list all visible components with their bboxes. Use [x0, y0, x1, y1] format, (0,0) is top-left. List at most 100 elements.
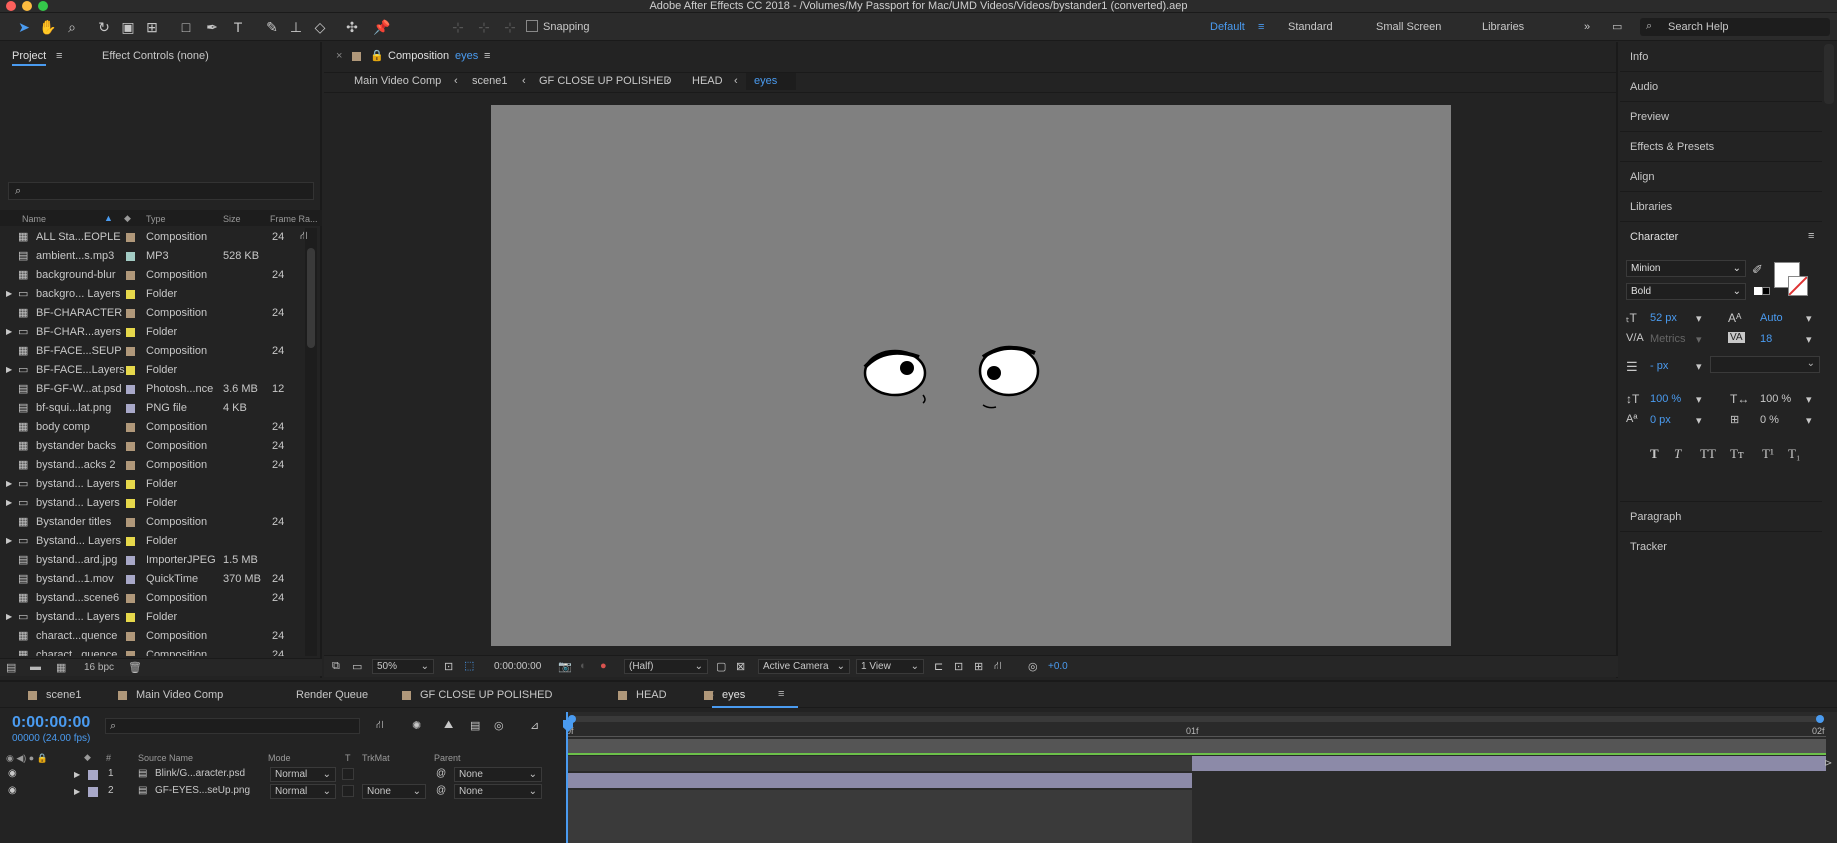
project-item[interactable]: ▦ body comp Composition 24 — [0, 418, 302, 437]
project-item[interactable]: ▦ ALL Sta...EOPLE Composition 24 — [0, 228, 302, 247]
zoom-dropdown[interactable]: 50% ⌄ — [372, 659, 434, 674]
label-color-swatch[interactable] — [126, 480, 135, 489]
project-scrollbar[interactable] — [305, 228, 317, 656]
out-point-icon[interactable]: ⊳ — [1824, 758, 1832, 769]
stroke-style-dropdown[interactable]: ⌄ — [1710, 356, 1820, 373]
breadcrumb-scene1[interactable]: scene1 — [472, 75, 507, 87]
column-type[interactable]: Type — [146, 214, 166, 224]
layer-1-duration-bar[interactable] — [1192, 756, 1826, 771]
label-color-swatch[interactable] — [126, 575, 135, 584]
view-axis-icon[interactable]: ⊹ — [500, 17, 520, 37]
flowchart-icon[interactable]: ⛙ — [300, 230, 308, 244]
project-item[interactable]: ▶ ▭ BF-FACE...Layers Folder — [0, 361, 302, 380]
label-color-swatch[interactable] — [126, 442, 135, 451]
label-color-swatch[interactable] — [88, 787, 98, 797]
project-item[interactable]: ▤ bystand...1.mov QuickTime 370 MB 24 — [0, 570, 302, 589]
vertical-scale-value[interactable]: 100 % — [1650, 393, 1681, 405]
project-scrollbar-thumb[interactable] — [307, 248, 315, 348]
expand-arrow-icon[interactable]: ▶ — [6, 479, 12, 488]
workspace-libraries[interactable]: Libraries — [1482, 13, 1524, 41]
resolution-dropdown[interactable]: (Half) ⌄ — [624, 659, 708, 674]
table-row[interactable]: ◉ ▶ 2 ▤ GF-EYES...seUp.png Normal ⌄ None ⌄ @ None ⌄ — [0, 783, 566, 800]
breadcrumb-gf-close-up[interactable]: GF CLOSE UP POLISHED — [539, 75, 671, 87]
always-preview-icon[interactable]: ⧉ — [332, 660, 340, 673]
align-panel-tab[interactable]: Align — [1620, 162, 1822, 192]
project-item[interactable]: ▤ bf-squi...lat.png PNG file 4 KB — [0, 399, 302, 418]
kerning-value[interactable]: Metrics — [1650, 333, 1685, 345]
superscript-button[interactable]: T¹ — [1762, 446, 1774, 462]
label-color-swatch[interactable] — [126, 404, 135, 413]
set-white-swatch[interactable] — [1754, 287, 1762, 295]
timeline-menu-icon[interactable]: ≡ — [778, 688, 784, 700]
expand-arrow-icon[interactable]: ▶ — [6, 498, 12, 507]
column-size[interactable]: Size — [223, 214, 241, 224]
project-item[interactable]: ▦ charact...quence Composition 24 — [0, 627, 302, 646]
roto-brush-tool-icon[interactable]: ✣ — [342, 17, 362, 37]
label-color-swatch[interactable] — [88, 770, 98, 780]
label-color-swatch[interactable] — [126, 290, 135, 299]
transparency-grid-icon[interactable]: ⊠ — [736, 660, 745, 673]
pen-tool-icon[interactable]: ✒ — [202, 17, 222, 37]
baseline-shift-value[interactable]: 0 px — [1650, 414, 1671, 426]
interpret-footage-icon[interactable]: ▤ — [6, 661, 16, 674]
composition-tab-name[interactable]: eyes — [455, 50, 478, 62]
expand-arrow-icon[interactable]: ▶ — [6, 289, 12, 298]
expand-arrow-icon[interactable]: ▶ — [74, 770, 80, 779]
label-color-swatch[interactable] — [126, 233, 135, 242]
font-size-value[interactable]: 52 px — [1650, 312, 1677, 324]
eye-visibility-icon[interactable]: ◉ — [8, 785, 17, 796]
composition-menu-icon[interactable]: ≡ — [484, 50, 490, 62]
effects-presets-panel-tab[interactable]: Effects & Presets — [1620, 132, 1822, 162]
project-item[interactable]: ▦ BF-FACE...SEUP Composition 24 — [0, 342, 302, 361]
all-caps-button[interactable]: TT — [1700, 446, 1716, 462]
chevron-down-icon[interactable]: ▾ — [1806, 312, 1812, 325]
chevron-down-icon[interactable]: ▾ — [1696, 414, 1702, 427]
close-tab-icon[interactable]: × — [336, 50, 342, 62]
project-item[interactable]: ▦ charact...quence Composition 24 — [0, 646, 302, 656]
zoom-tool-icon[interactable]: ⌕ — [62, 17, 82, 37]
brush-tool-icon[interactable]: ✎ — [262, 17, 282, 37]
preview-panel-tab[interactable]: Preview — [1620, 102, 1822, 132]
fast-previews-icon[interactable]: ⊡ — [954, 660, 963, 673]
work-area-region[interactable] — [566, 739, 1826, 753]
leading-value[interactable]: Auto — [1760, 312, 1783, 324]
workspace-standard[interactable]: Standard — [1288, 13, 1333, 41]
project-item[interactable]: ▦ background-blur Composition 24 — [0, 266, 302, 285]
timeline-search-input[interactable]: ⌕ — [105, 718, 360, 734]
lock-icon[interactable]: 🔒 — [370, 49, 384, 62]
label-color-swatch[interactable] — [126, 366, 135, 375]
track-matte-dropdown[interactable]: None ⌄ — [362, 784, 426, 799]
libraries-panel-tab[interactable]: Libraries — [1620, 192, 1822, 222]
timeline-icon[interactable]: ⊞ — [974, 660, 983, 673]
show-snapshot-icon[interactable]: ◐ — [580, 660, 587, 672]
set-black-swatch[interactable] — [1762, 287, 1770, 295]
character-menu-icon[interactable]: ≡ — [1808, 230, 1814, 242]
label-color-swatch[interactable] — [126, 499, 135, 508]
draft-3d-icon[interactable]: ✺ — [412, 719, 421, 732]
label-color-swatch[interactable] — [126, 461, 135, 470]
flowchart-icon[interactable]: ⛙ — [994, 660, 1002, 674]
eye-visibility-icon[interactable]: ◉ — [8, 768, 17, 779]
pick-whip-icon[interactable]: @ — [436, 768, 446, 779]
safe-margins-icon[interactable]: ⊡ — [444, 660, 453, 673]
project-item[interactable]: ▶ ▭ backgro... Layers Folder — [0, 285, 302, 304]
local-axis-icon[interactable]: ⊹ — [448, 17, 468, 37]
project-item[interactable]: ▶ ▭ Bystand... Layers Folder — [0, 532, 302, 551]
expand-arrow-icon[interactable]: ▶ — [6, 327, 12, 336]
delete-icon[interactable]: 🗑 — [128, 661, 142, 674]
info-panel-tab[interactable]: Info — [1620, 42, 1822, 72]
audio-panel-tab[interactable]: Audio — [1620, 72, 1822, 102]
parent-dropdown[interactable]: None ⌄ — [454, 784, 542, 799]
preserve-transparency-checkbox[interactable] — [342, 785, 354, 797]
chevron-down-icon[interactable]: ▾ — [1696, 393, 1702, 406]
bit-depth-label[interactable]: 16 bpc — [84, 662, 114, 673]
project-search-input[interactable]: ⌕ — [8, 182, 314, 200]
sync-settings-icon[interactable]: ▭ — [1612, 13, 1622, 41]
tab-effect-controls[interactable]: Effect Controls (none) — [102, 50, 209, 62]
chevron-down-icon[interactable]: ▾ — [1806, 333, 1812, 346]
eraser-tool-icon[interactable]: ◇ — [310, 17, 330, 37]
preserve-transparency-checkbox[interactable] — [342, 768, 354, 780]
clone-stamp-tool-icon[interactable]: ⊥ — [286, 17, 306, 37]
eyedropper-icon[interactable]: ✐ — [1752, 262, 1763, 278]
label-color-swatch[interactable] — [126, 537, 135, 546]
